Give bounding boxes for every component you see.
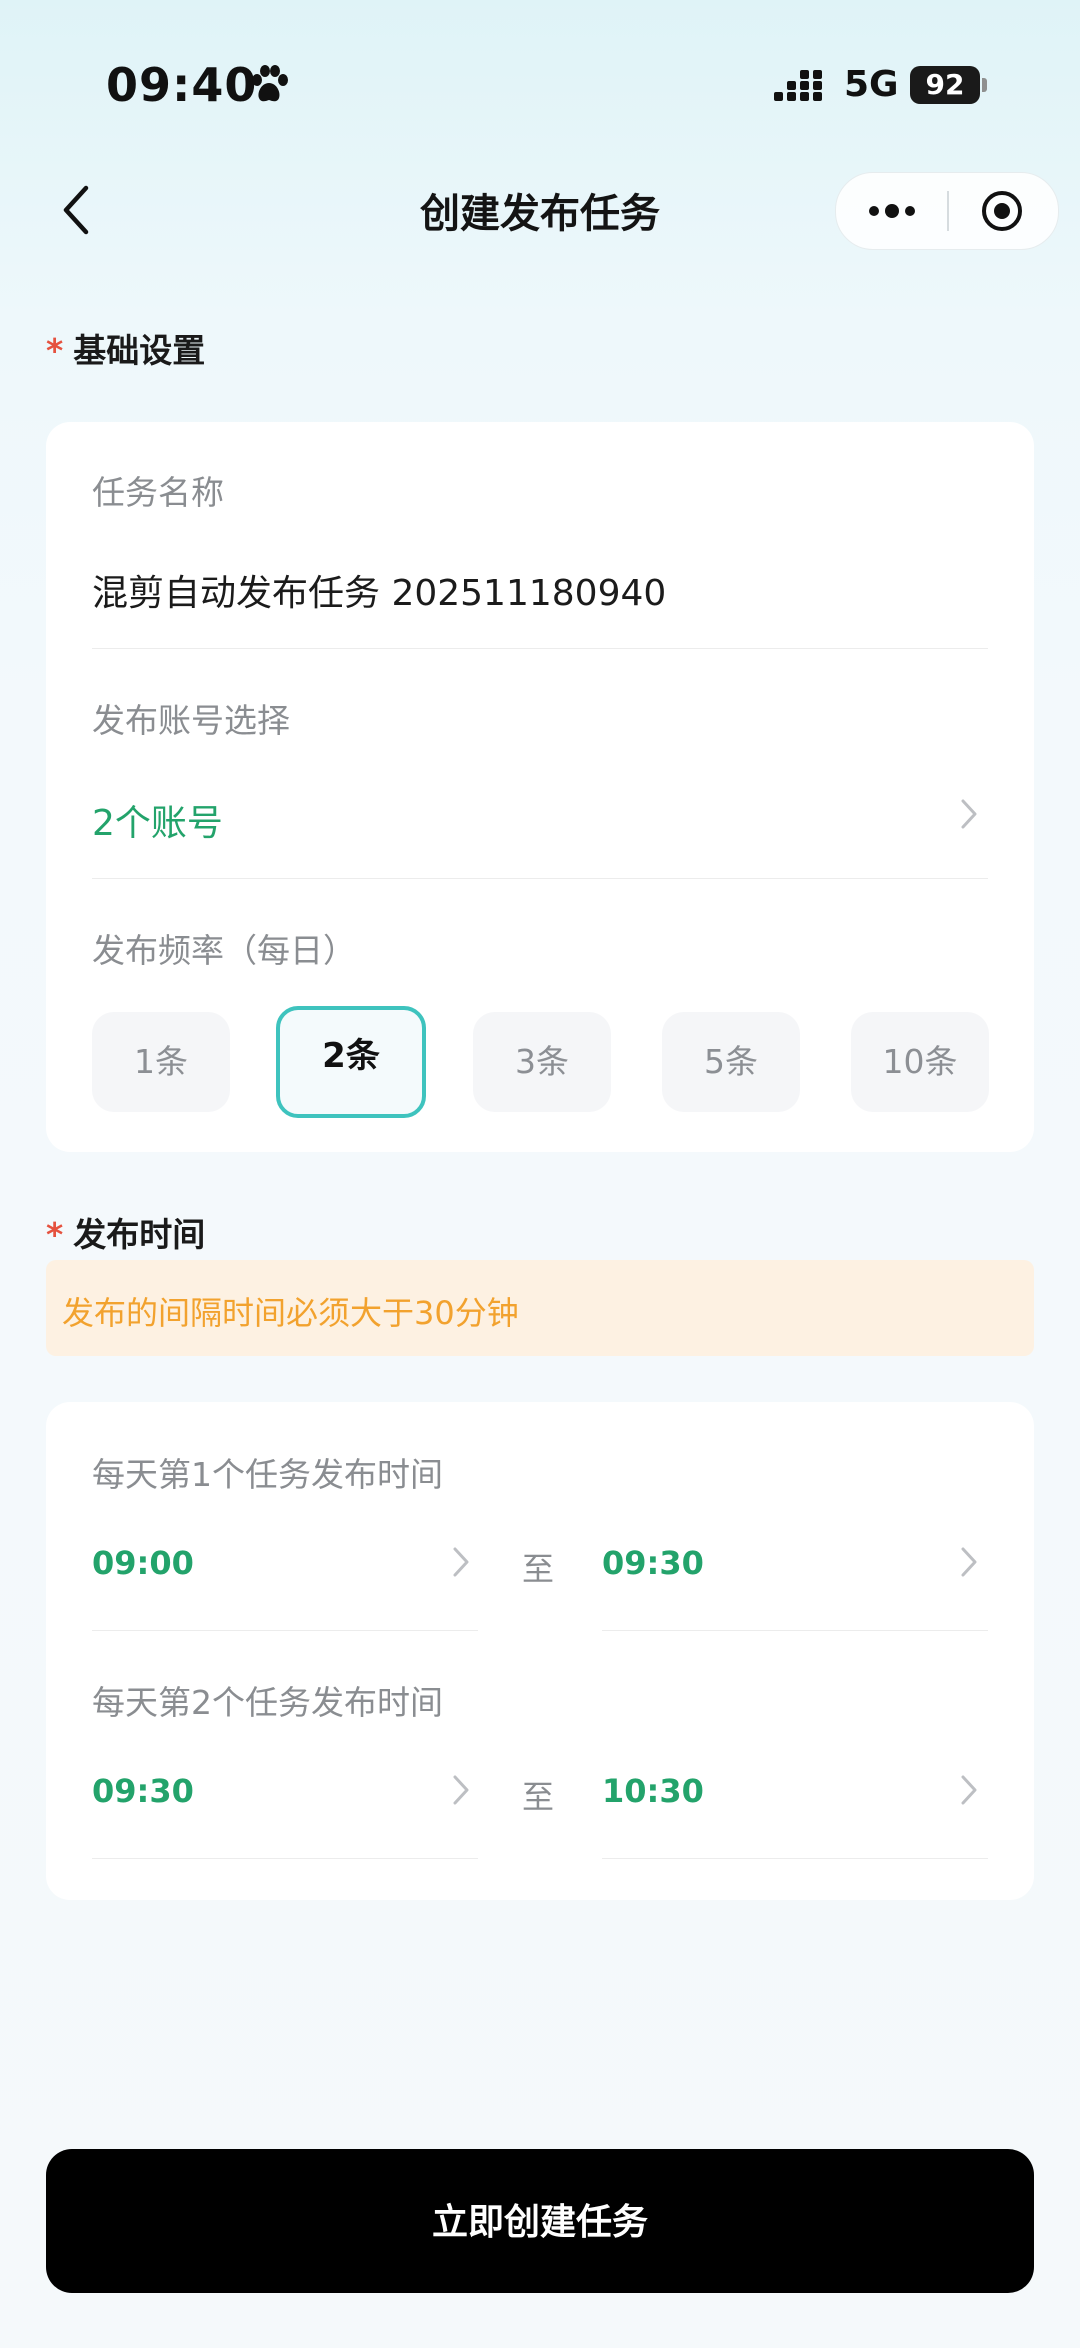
slot-2-label: 每天第2个任务发布时间: [92, 1683, 443, 1722]
slot-1-end-time: 09:30: [602, 1544, 704, 1582]
slot-2-end-picker[interactable]: 10:30: [602, 1742, 1034, 1832]
interval-notice: 发布的间隔时间必须大于30分钟: [46, 1260, 1034, 1356]
slot-2-start-time: 09:30: [92, 1772, 194, 1810]
publish-time-card: 每天第1个任务发布时间 09:00 至 09:30 每天第2个任务发布时间 09…: [46, 1402, 1034, 1900]
status-bar: 09:40 5G 92: [0, 0, 1080, 170]
chevron-right-icon: [453, 1547, 469, 1577]
slot-1-end-picker[interactable]: 09:30: [602, 1514, 1034, 1604]
account-select-row[interactable]: 2个账号: [46, 762, 1034, 852]
battery-indicator: 92: [910, 66, 980, 104]
divider: [92, 1858, 478, 1859]
mini-program-capsule: [835, 172, 1059, 250]
create-task-button[interactable]: 立即创建任务: [46, 2149, 1034, 2293]
slot-1-start-time: 09:00: [92, 1544, 194, 1582]
basic-settings-card: 任务名称 混剪自动发布任务 202511180940 发布账号选择 2个账号 发…: [46, 422, 1034, 1152]
task-name-label: 任务名称: [92, 473, 224, 512]
divider: [92, 648, 988, 649]
status-time: 09:40: [106, 58, 258, 112]
divider: [602, 1858, 988, 1859]
chevron-right-icon: [961, 1775, 977, 1805]
chevron-right-icon: [453, 1775, 469, 1805]
network-label: 5G: [844, 64, 899, 105]
slot-2-start-picker[interactable]: 09:30: [46, 1742, 486, 1832]
slot-2-to-label: 至: [522, 1778, 555, 1816]
signal-icon: [774, 70, 822, 101]
slot-1-label: 每天第1个任务发布时间: [92, 1455, 443, 1494]
divider: [602, 1630, 988, 1631]
frequency-label: 发布频率（每日）: [92, 931, 356, 970]
account-select-value: 2个账号: [92, 803, 223, 844]
interval-notice-text: 发布的间隔时间必须大于30分钟: [62, 1294, 519, 1332]
slot-1-start-picker[interactable]: 09:00: [46, 1514, 486, 1604]
basic-settings-header: * 基础设置: [46, 324, 205, 372]
required-mark: *: [46, 1215, 64, 1254]
chevron-right-icon: [961, 799, 977, 829]
task-name-input[interactable]: 混剪自动发布任务 202511180940: [92, 564, 666, 616]
frequency-option-2-selected[interactable]: 2条: [276, 1006, 426, 1118]
divider: [92, 1630, 478, 1631]
divider: [92, 878, 988, 879]
basic-settings-title: 基础设置: [73, 331, 206, 370]
required-mark: *: [46, 331, 64, 370]
chevron-right-icon: [961, 1547, 977, 1577]
paw-icon: [252, 65, 288, 102]
target-circle-icon[interactable]: [980, 189, 1024, 233]
more-dots-icon[interactable]: [864, 191, 920, 231]
capsule-divider: [947, 191, 949, 231]
account-select-label: 发布账号选择: [92, 701, 290, 740]
slot-1-to-label: 至: [522, 1550, 555, 1588]
frequency-option-5[interactable]: 5条: [662, 1012, 800, 1112]
frequency-option-1[interactable]: 1条: [92, 1012, 230, 1112]
frequency-option-3[interactable]: 3条: [473, 1012, 611, 1112]
publish-time-header: * 发布时间: [46, 1208, 205, 1256]
battery-cap: [982, 78, 987, 92]
frequency-option-10[interactable]: 10条: [851, 1012, 989, 1112]
slot-2-end-time: 10:30: [602, 1772, 704, 1810]
publish-time-title: 发布时间: [73, 1215, 206, 1254]
